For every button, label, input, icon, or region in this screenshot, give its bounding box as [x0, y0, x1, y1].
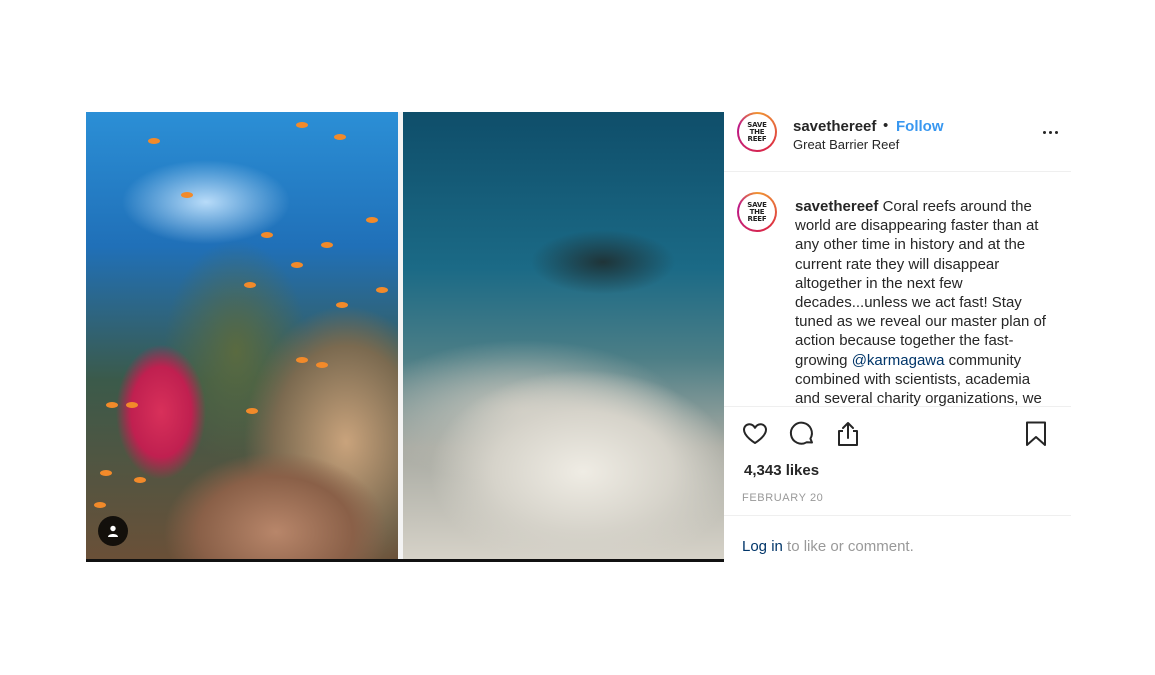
- likes-count[interactable]: 4,343 likes: [744, 462, 819, 479]
- mention-link[interactable]: @karmagawa: [852, 352, 945, 369]
- post-header: SAVE THE REEF savethereef • Follow Great…: [724, 112, 1071, 172]
- post-image[interactable]: [86, 112, 724, 562]
- more-options-icon[interactable]: [1042, 122, 1062, 142]
- bleached-reef-image: [403, 112, 724, 559]
- fish: [261, 232, 273, 238]
- fish: [244, 282, 256, 288]
- heart-icon: [743, 423, 767, 444]
- comment-button[interactable]: [788, 420, 816, 448]
- share-button[interactable]: [834, 420, 862, 448]
- avatar[interactable]: SAVE THE REEF: [737, 192, 777, 232]
- login-prompt: Log in to like or comment.: [742, 538, 914, 555]
- fish: [296, 122, 308, 128]
- fish: [376, 287, 388, 293]
- fish: [336, 302, 348, 308]
- avatar-logo: SAVE THE REEF: [739, 194, 775, 230]
- fish: [126, 402, 138, 408]
- user-tag-button[interactable]: [98, 516, 128, 546]
- fish: [181, 192, 193, 198]
- instagram-post: SAVE THE REEF savethereef • Follow Great…: [86, 112, 1071, 562]
- fish: [106, 402, 118, 408]
- comment-icon: [789, 421, 813, 445]
- follow-button[interactable]: Follow: [896, 118, 944, 135]
- separator-dot: •: [883, 117, 889, 134]
- user-tag-icon: [108, 525, 118, 537]
- fish: [316, 362, 328, 368]
- healthy-reef-image: [86, 112, 398, 559]
- save-button[interactable]: [1022, 420, 1050, 448]
- avatar-logo: SAVE THE REEF: [739, 114, 775, 150]
- avatar[interactable]: SAVE THE REEF: [737, 112, 777, 152]
- action-bar: [724, 408, 1071, 458]
- image-bottom-border: [86, 559, 724, 562]
- login-link[interactable]: Log in: [742, 538, 783, 555]
- share-icon: [838, 422, 858, 446]
- fish: [246, 408, 258, 414]
- fish: [291, 262, 303, 268]
- bookmark-icon: [1026, 421, 1046, 446]
- fish: [134, 477, 146, 483]
- caption-username[interactable]: savethereef: [795, 198, 878, 215]
- like-button[interactable]: [741, 420, 769, 448]
- caption-area: SAVE THE REEF savethereef Coral reefs ar…: [724, 172, 1071, 407]
- fish: [296, 357, 308, 363]
- login-row: Log in to like or comment.: [724, 515, 1071, 563]
- post-date: FEBRUARY 20: [742, 492, 824, 504]
- fish: [94, 502, 106, 508]
- fish: [366, 217, 378, 223]
- login-suffix: to like or comment.: [782, 538, 914, 555]
- fish: [321, 242, 333, 248]
- location-link[interactable]: Great Barrier Reef: [793, 137, 899, 152]
- fish: [100, 470, 112, 476]
- caption-body: Coral reefs around the world are disappe…: [795, 198, 1046, 369]
- fish: [148, 138, 160, 144]
- header-username[interactable]: savethereef: [793, 118, 876, 135]
- post-sidebar: SAVE THE REEF savethereef • Follow Great…: [724, 112, 1071, 562]
- caption-text: savethereef Coral reefs around the world…: [795, 197, 1057, 406]
- fish: [334, 134, 346, 140]
